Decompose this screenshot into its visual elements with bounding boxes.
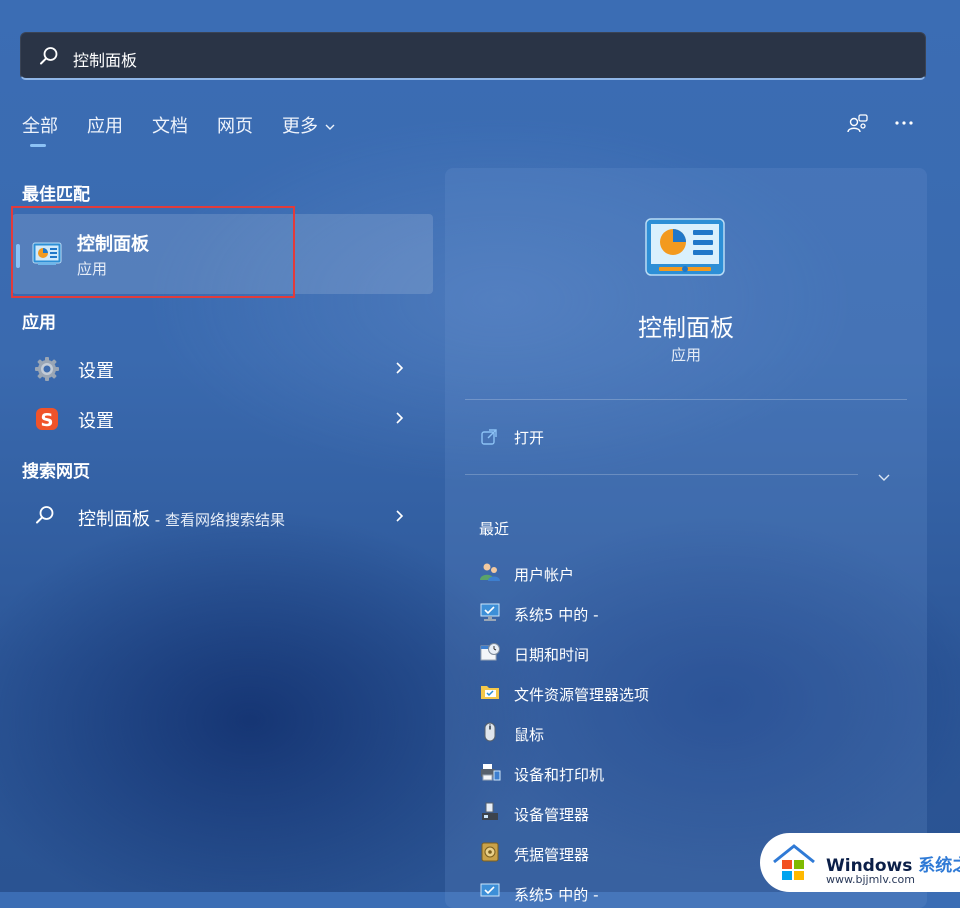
device-manager-icon [479,801,501,827]
control-panel-icon [32,242,62,270]
monitor-check-icon [479,881,501,907]
recent-item-label: 文件资源管理器选项 [514,686,650,704]
selection-indicator [16,244,20,268]
search-box[interactable]: 控制面板 [20,32,926,80]
app-settings-label: 设置 [78,361,114,382]
recent-item-label: 系统5 中的 - [514,606,599,624]
search-icon [39,46,59,70]
web-search-result[interactable]: 控制面板 - 查看网络搜索结果 [22,496,422,536]
chevron-down-icon[interactable] [877,468,891,487]
recent-heading: 最近 [479,520,510,538]
web-search-query: 控制面板 [78,509,150,530]
folder-options-icon [479,681,501,707]
credential-vault-icon [479,841,501,867]
tab-documents[interactable]: 文档 [152,112,188,138]
chevron-down-icon [324,116,336,137]
svg-text:S: S [41,410,54,431]
users-icon [479,561,501,587]
tab-web[interactable]: 网页 [217,112,253,138]
recent-item-label: 系统5 中的 - [514,886,599,904]
tab-all[interactable]: 全部 [22,112,58,147]
printer-icon [479,761,501,787]
app-settings-label: 设置 [78,411,114,432]
best-match-heading: 最佳匹配 [22,185,90,205]
mouse-icon [479,721,501,747]
windows-logo-icon [770,842,818,888]
chevron-right-icon[interactable] [394,360,404,379]
web-search-text: 控制面板 - 查看网络搜索结果 [78,505,285,531]
watermark-logo: Windows 系统之家 www.bjjmlv.com [760,833,960,892]
recent-item-label: 设备管理器 [514,806,590,824]
gear-icon [34,356,60,386]
recent-item-label: 鼠标 [514,726,545,744]
watermark-url: www.bjjmlv.com [826,873,915,886]
detail-panel: 控制面板 应用 打开 最近 用户帐户 系统5 中的 - 日期和时间 文件资源管理… [445,168,927,908]
recent-item-label: 用户帐户 [514,566,575,584]
open-label: 打开 [514,429,545,447]
best-match-result[interactable]: 控制面板 应用 [12,214,433,294]
sogou-s-icon: S [34,406,60,436]
search-input[interactable]: 控制面板 [73,47,137,71]
detail-type: 应用 [670,346,701,364]
chevron-right-icon[interactable] [394,410,404,429]
divider [465,474,858,475]
tab-more-label: 更多 [282,116,318,137]
tab-more[interactable]: 更多 [282,112,336,138]
open-external-icon [480,428,498,450]
more-options-icon[interactable] [892,112,920,136]
chevron-right-icon[interactable] [394,508,404,527]
recent-item-label: 日期和时间 [514,646,590,664]
best-match-type: 应用 [77,260,108,278]
monitor-check-icon [479,601,501,627]
best-match-name: 控制面板 [77,234,149,255]
recent-item-label: 设备和打印机 [514,766,605,784]
search-icon [34,504,56,530]
apps-heading: 应用 [22,313,56,333]
watermark-brand-suffix: 系统之家 [918,856,960,876]
calendar-clock-icon [479,641,501,667]
web-search-suffix: - 查看网络搜索结果 [150,511,285,529]
divider [465,399,907,400]
list-item[interactable]: S 设置 [22,398,422,438]
tab-apps[interactable]: 应用 [87,112,123,138]
account-switch-icon[interactable] [846,112,874,136]
control-panel-icon [645,218,725,282]
web-search-heading: 搜索网页 [22,462,90,482]
detail-title: 控制面板 [638,314,734,342]
recent-item-label: 凭据管理器 [514,846,590,864]
list-item[interactable]: 设置 [22,348,422,388]
